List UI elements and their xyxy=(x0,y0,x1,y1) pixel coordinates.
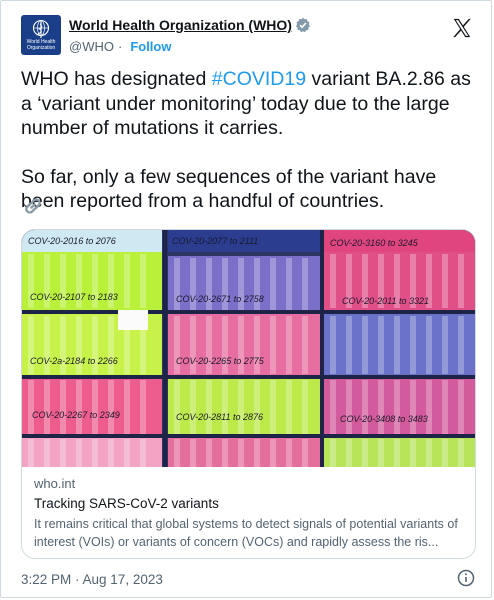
tweet-paragraph-1: WHO has designated #COVID19 variant BA.2… xyxy=(21,67,481,141)
link-title[interactable]: Tracking SARS-CoV-2 variants xyxy=(34,496,465,511)
photo-label: COV-2a-2184 to 2266 xyxy=(30,356,118,366)
verified-badge-icon xyxy=(295,17,310,33)
photo-label: COV-20-2016 to 2076 xyxy=(28,236,116,246)
tweet-header: World Health Organization World Health O… xyxy=(21,15,475,61)
tweet-card: World Health Organization World Health O… xyxy=(0,0,492,598)
preview-image[interactable]: COV-20-2016 to 2076 COV-20-2077 to 2111 … xyxy=(22,230,475,467)
x-logo-icon[interactable] xyxy=(451,17,473,39)
separator-dot: · xyxy=(117,39,123,54)
photo-label: COV-20-3408 to 3483 xyxy=(340,414,428,424)
photo-label: COV-20-3160 to 3245 xyxy=(330,238,419,248)
sample-tubes-image: COV-20-2016 to 2076 COV-20-2077 to 2111 … xyxy=(22,230,475,467)
handle-row: @WHO · Follow xyxy=(69,39,171,54)
info-icon[interactable] xyxy=(457,569,475,587)
tweet-paragraph-2: So far, only a few sequences of the vari… xyxy=(21,165,437,213)
avatar[interactable]: World Health Organization xyxy=(21,15,61,55)
photo-label: COV-20-2107 to 2183 xyxy=(30,292,118,302)
link-meta: who.int Tracking SARS-CoV-2 variants It … xyxy=(34,476,465,551)
author-handle[interactable]: @WHO xyxy=(69,39,114,54)
link-description: It remains critical that global systems … xyxy=(34,517,458,549)
follow-button[interactable]: Follow xyxy=(130,39,171,54)
who-emblem-icon xyxy=(32,19,50,38)
link-domain: who.int xyxy=(34,476,76,491)
avatar-text: World Health Organization xyxy=(26,39,56,51)
photo-label: COV-20-2671 to 2758 xyxy=(176,294,264,304)
photo-label: COV-20-2267 to 2349 xyxy=(32,410,120,420)
tweet-text: WHO has designated #COVID19 variant BA.2… xyxy=(21,67,481,214)
text-segment: WHO has designated xyxy=(21,68,212,90)
photo-label: COV-20-2077 to 2111 xyxy=(172,236,258,246)
timestamp[interactable]: 3:22 PM · Aug 17, 2023 xyxy=(21,572,163,587)
tweet-footer: 3:22 PM · Aug 17, 2023 xyxy=(21,569,475,591)
author-name[interactable]: World Health Organization (WHO) xyxy=(69,17,292,33)
author-name-row: World Health Organization (WHO) xyxy=(69,17,311,33)
photo-label: COV-20-2011 to 3321 xyxy=(342,296,429,306)
hashtag-link[interactable]: #COVID19 xyxy=(212,68,306,90)
link-icon xyxy=(25,198,41,214)
link-preview-card[interactable]: COV-20-2016 to 2076 COV-20-2077 to 2111 … xyxy=(21,229,476,559)
photo-label: COV-20-2265 to 2775 xyxy=(176,356,265,366)
photo-label: COV-20-2811 to 2876 xyxy=(176,412,263,422)
